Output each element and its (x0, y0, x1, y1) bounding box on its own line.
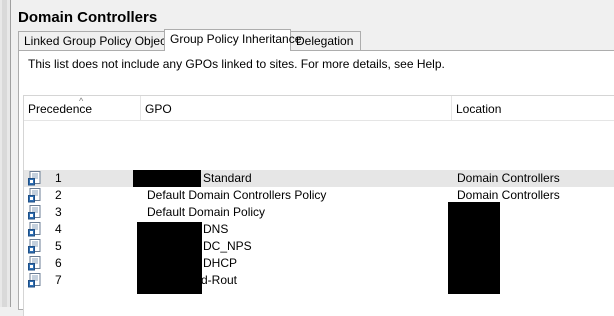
redaction-block (133, 170, 201, 187)
table-row[interactable]: 7d-RoutUK (24, 272, 614, 289)
precedence-cell: 2 (55, 188, 62, 202)
table-row[interactable]: 3Default Domain PolicyUK (24, 204, 614, 221)
info-note: This list does not include any GPOs link… (28, 57, 445, 71)
gpo-name-cell: Default Domain Controllers Policy (147, 188, 327, 202)
splitter[interactable] (2, 0, 7, 307)
gpo-name-cell: Default Domain Policy (147, 205, 266, 219)
gpo-name-cell: DNS (203, 222, 229, 236)
tab-group-policy-inheritance[interactable]: Group Policy Inheritance (164, 29, 301, 51)
column-label: Location (456, 102, 502, 116)
sort-ascending-icon: ^ (79, 96, 84, 106)
gpo-icon (28, 239, 41, 254)
precedence-cell: 1 (55, 171, 62, 185)
table-row[interactable]: 6DHCPUK (24, 255, 614, 272)
domain-controllers-panel: Domain Controllers Linked Group Policy O… (11, 0, 614, 316)
gpo-icon (28, 273, 41, 288)
precedence-cell: 3 (55, 205, 62, 219)
gpo-icon (28, 222, 41, 237)
precedence-cell: 6 (55, 256, 62, 270)
table-row[interactable]: 4DNSUK (24, 221, 614, 238)
gpo-name-cell: DC_NPS (203, 239, 252, 253)
precedence-cell: 7 (55, 273, 62, 287)
precedence-cell: 4 (55, 222, 62, 236)
column-header-gpo[interactable]: GPO (141, 96, 452, 120)
column-label: GPO (145, 102, 172, 116)
gpo-icon (28, 188, 41, 203)
redaction-block (448, 202, 500, 294)
gpo-inheritance-list[interactable]: ^ Precedence GPO Location 1 Standard Domai… (23, 95, 614, 316)
precedence-cell: 5 (55, 239, 62, 253)
list-header: ^ Precedence GPO Location (24, 96, 614, 121)
tab-linked-gpos[interactable]: Linked Group Policy Objects (18, 31, 175, 50)
gpo-icon (28, 256, 41, 271)
gpo-name-cell: Standard (203, 171, 252, 185)
column-header-location[interactable]: Location (452, 96, 614, 120)
gpo-icon (28, 171, 41, 186)
location-cell: Domain Controllers (457, 171, 560, 185)
gpo-name-cell: DHCP (203, 256, 238, 270)
tab-content: This list does not include any GPOs link… (18, 50, 614, 316)
gpo-name-cell: d-Rout (201, 273, 238, 287)
table-row[interactable]: 5DC_NPSUK (24, 238, 614, 255)
gpo-icon (28, 205, 41, 220)
column-header-precedence[interactable]: ^ Precedence (24, 96, 141, 120)
left-pane-edge (0, 0, 11, 307)
redaction-block (137, 222, 202, 294)
table-row[interactable]: 2 Default Domain Controllers Policy Domain… (24, 187, 614, 204)
table-row[interactable]: 1 Standard Domain Controllers (24, 170, 614, 187)
page-title: Domain Controllers (18, 9, 158, 26)
